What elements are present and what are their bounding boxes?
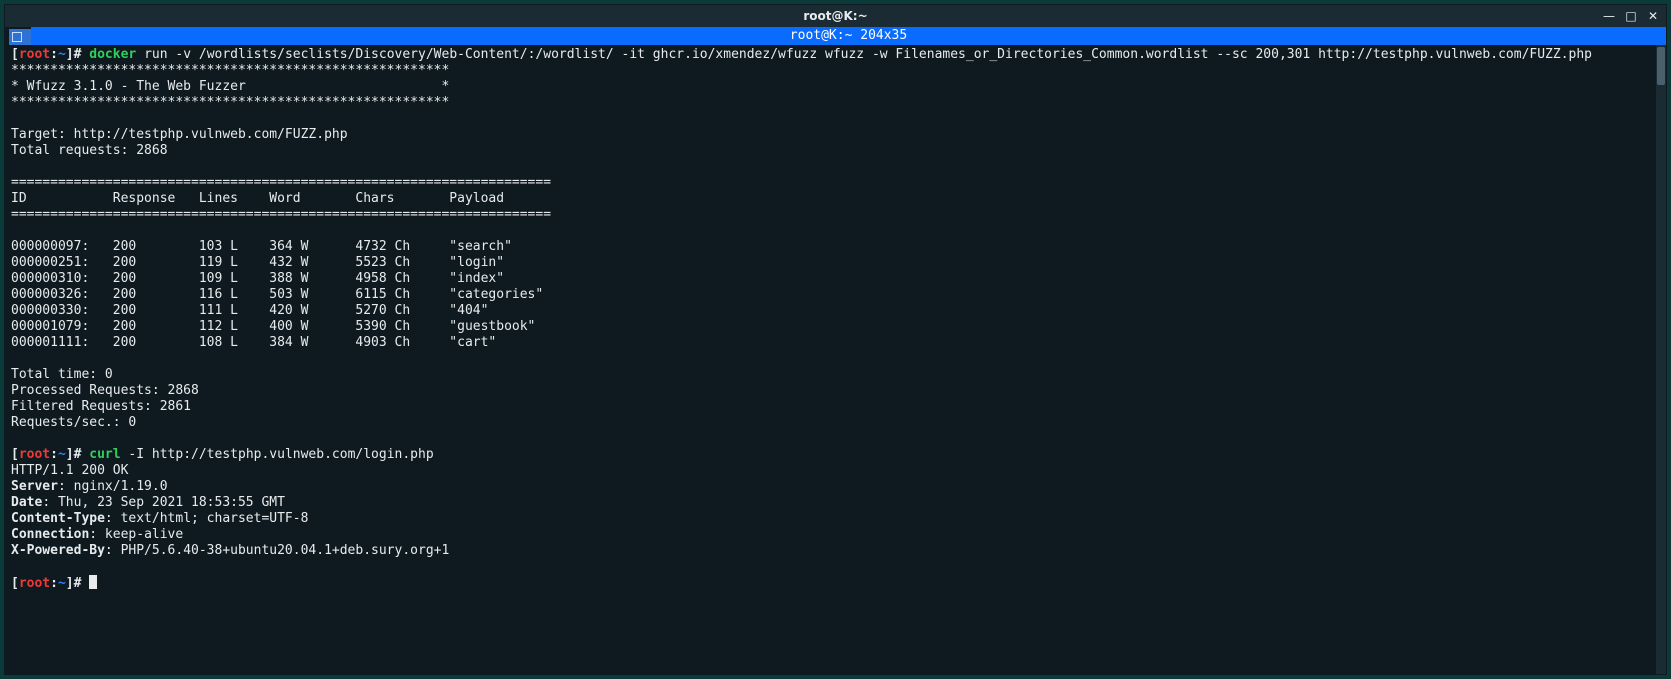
new-tab-icon[interactable] (9, 29, 31, 45)
terminal-wrap: [root:~]# docker run -v /wordlists/secli… (5, 45, 1666, 674)
close-button[interactable]: ✕ (1646, 9, 1660, 23)
titlebar[interactable]: root@K:~ — □ ✕ (5, 5, 1666, 27)
scrollbar-thumb[interactable] (1657, 47, 1665, 85)
terminal-output[interactable]: [root:~]# docker run -v /wordlists/secli… (5, 45, 1656, 674)
minimize-button[interactable]: — (1602, 9, 1616, 23)
window-controls: — □ ✕ (1602, 9, 1660, 23)
window-title: root@K:~ (803, 9, 867, 23)
tab-bar: root@K:~ 204x35 (5, 27, 1666, 45)
maximize-button[interactable]: □ (1624, 9, 1638, 23)
tab-active[interactable]: root@K:~ 204x35 (31, 27, 1666, 45)
terminal-window: root@K:~ — □ ✕ root@K:~ 204x35 [root:~]#… (4, 4, 1667, 675)
cursor (89, 575, 97, 589)
scrollbar[interactable] (1656, 45, 1666, 674)
